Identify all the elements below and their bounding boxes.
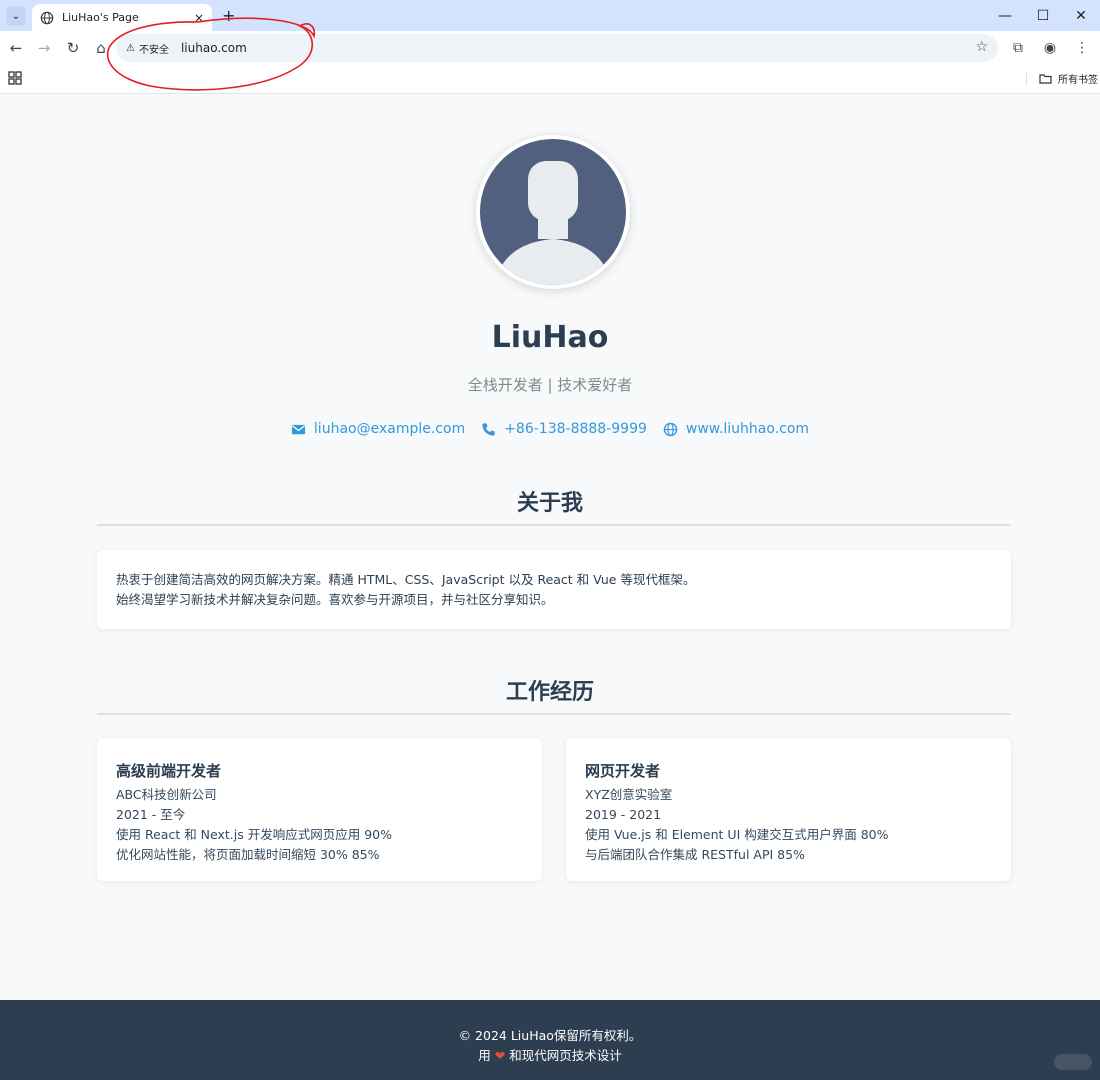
toolbar-actions: ⧉ ◉ ⋮ bbox=[1004, 37, 1096, 59]
about-card: 热衷于创建简洁高效的网页解决方案。精通 HTML、CSS、JavaScript … bbox=[97, 550, 1011, 629]
forward-icon[interactable]: → bbox=[33, 37, 55, 59]
contact-list: liuhao@example.com +86-138-8888-9999 www… bbox=[0, 421, 1100, 437]
warning-icon[interactable]: ⚠ bbox=[126, 43, 135, 54]
reload-icon[interactable]: ↻ bbox=[62, 37, 84, 59]
about-divider bbox=[97, 524, 1011, 526]
star-icon[interactable]: ☆ bbox=[975, 39, 988, 55]
heart-icon: ❤ bbox=[494, 1048, 506, 1063]
job-card: 网页开发者 XYZ创意实验室 2019 - 2021 使用 Vue.js 和 E… bbox=[566, 738, 1011, 881]
about-line-2: 始终渴望学习新技术并解决复杂问题。喜欢参与开源项目，并与社区分享知识。 bbox=[116, 592, 554, 607]
globe-icon bbox=[40, 11, 54, 24]
job-item: 使用 Vue.js 和 Element UI 构建交互式用户界面 80% bbox=[585, 827, 889, 842]
tab-active[interactable]: LiuHao's Page × bbox=[32, 4, 212, 31]
footer-copyright: © 2024 LiuHao保留所有权利。 bbox=[458, 1028, 642, 1043]
job-card: 高级前端开发者 ABC科技创新公司 2021 - 至今 使用 React 和 N… bbox=[97, 738, 542, 881]
chevron-down-icon[interactable]: ⌄ bbox=[6, 6, 26, 26]
watermark-badge bbox=[1054, 1054, 1092, 1070]
home-icon[interactable]: ⌂ bbox=[90, 37, 112, 59]
job-period: 2021 - 至今 bbox=[116, 807, 186, 822]
footer-made-prefix: 用 bbox=[478, 1048, 491, 1063]
address-bar[interactable]: ⚠ 不安全 liuhao.com ☆ bbox=[116, 34, 998, 62]
profile-icon[interactable]: ◉ bbox=[1036, 37, 1064, 59]
job-item: 优化网站性能，将页面加载时间缩短 30% 85% bbox=[116, 847, 380, 862]
menu-icon[interactable]: ⋮ bbox=[1068, 37, 1096, 59]
experience-title: 工作经历 bbox=[505, 680, 594, 705]
envelope-icon bbox=[291, 424, 305, 434]
job-company: XYZ创意实验室 bbox=[585, 787, 673, 802]
all-bookmarks-button[interactable]: 所有书签 bbox=[1026, 71, 1098, 86]
job-item: 与后端团队合作集成 RESTful API 85% bbox=[585, 847, 805, 862]
footer-made-suffix: 和现代网页技术设计 bbox=[509, 1048, 622, 1063]
job-period: 2019 - 2021 bbox=[585, 807, 662, 822]
apps-icon[interactable] bbox=[8, 71, 22, 85]
contact-website[interactable]: www.liuhhao.com bbox=[663, 421, 809, 437]
profile-name: LiuHao bbox=[491, 320, 609, 355]
job-item: 使用 React 和 Next.js 开发响应式网页应用 90% bbox=[116, 827, 392, 842]
globe-icon bbox=[663, 422, 678, 436]
user-silhouette-icon bbox=[500, 161, 606, 285]
tab-title: LiuHao's Page bbox=[62, 11, 139, 24]
window-controls: — ☐ ✕ bbox=[986, 0, 1100, 31]
about-title: 关于我 bbox=[516, 491, 583, 516]
security-label[interactable]: 不安全 bbox=[139, 41, 169, 56]
contact-email[interactable]: liuhao@example.com bbox=[291, 421, 465, 437]
contact-website-text[interactable]: www.liuhhao.com bbox=[686, 421, 809, 437]
tab-strip: ⌄ LiuHao's Page × + — ☐ ✕ bbox=[0, 0, 1100, 31]
job-title: 网页开发者 bbox=[585, 762, 661, 780]
tab-close-button[interactable]: × bbox=[194, 11, 204, 25]
job-title: 高级前端开发者 bbox=[116, 762, 222, 780]
job-company: ABC科技创新公司 bbox=[116, 787, 217, 802]
footer-made-with: 用 ❤ 和现代网页技术设计 bbox=[0, 1046, 1100, 1066]
about-line-1: 热衷于创建简洁高效的网页解决方案。精通 HTML、CSS、JavaScript … bbox=[116, 572, 696, 587]
url-text[interactable]: liuhao.com bbox=[181, 41, 247, 55]
extensions-icon[interactable]: ⧉ bbox=[1004, 37, 1032, 59]
contact-phone-text[interactable]: +86-138-8888-9999 bbox=[504, 421, 647, 437]
close-window-button[interactable]: ✕ bbox=[1062, 0, 1100, 31]
contact-email-text[interactable]: liuhao@example.com bbox=[314, 421, 465, 437]
bookmarks-bar: 所有书签 bbox=[0, 65, 1100, 94]
back-icon[interactable]: ← bbox=[5, 37, 27, 59]
folder-icon bbox=[1039, 74, 1052, 84]
maximize-button[interactable]: ☐ bbox=[1024, 0, 1062, 31]
phone-icon bbox=[482, 422, 495, 436]
browser-toolbar: ← → ↻ ⌂ ⚠ 不安全 liuhao.com ☆ ⧉ ◉ ⋮ bbox=[0, 31, 1100, 65]
page-footer: © 2024 LiuHao保留所有权利。 用 ❤ 和现代网页技术设计 bbox=[0, 1000, 1100, 1080]
profile-page: LiuHao 全栈开发者 | 技术爱好者 liuhao@example.com … bbox=[0, 95, 1100, 1080]
profile-tagline: 全栈开发者 | 技术爱好者 bbox=[467, 376, 633, 394]
minimize-button[interactable]: — bbox=[986, 0, 1024, 31]
experience-divider bbox=[97, 713, 1011, 715]
avatar bbox=[476, 135, 630, 289]
all-bookmarks-label: 所有书签 bbox=[1058, 75, 1098, 86]
new-tab-button[interactable]: + bbox=[222, 6, 235, 25]
contact-phone[interactable]: +86-138-8888-9999 bbox=[481, 421, 647, 437]
